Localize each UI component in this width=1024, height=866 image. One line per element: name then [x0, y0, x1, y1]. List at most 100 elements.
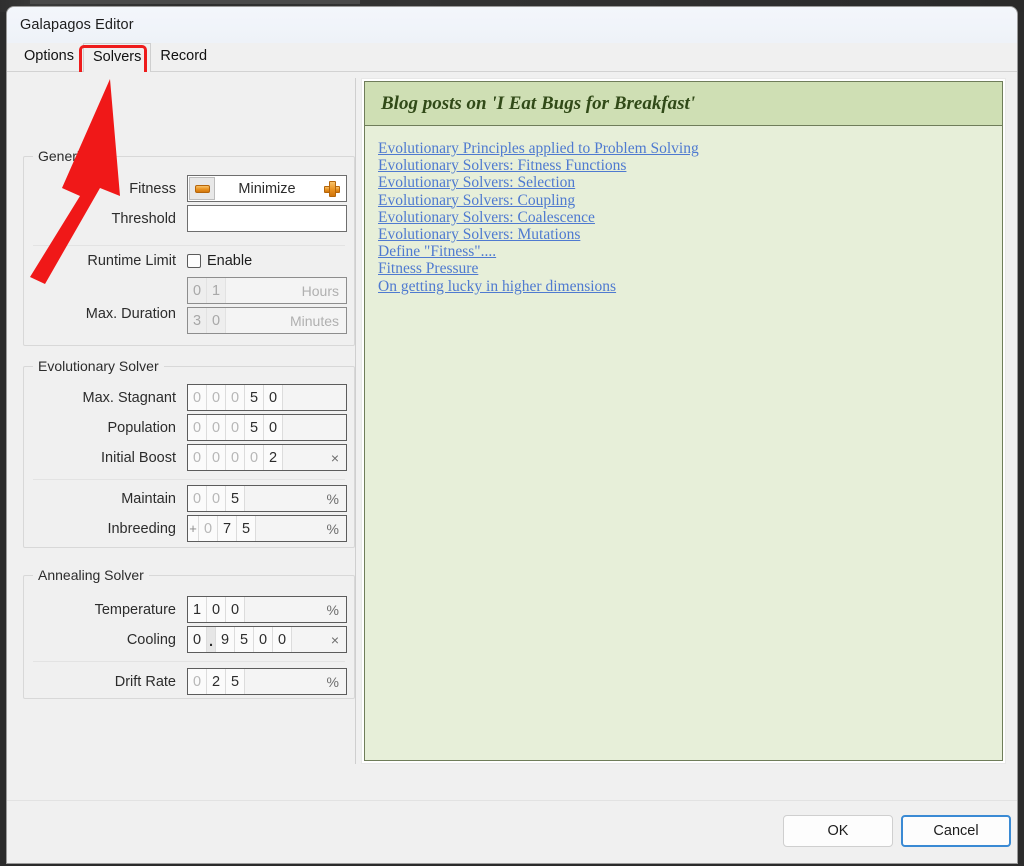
digit-cell[interactable]: 0 [273, 627, 292, 652]
label-temperature: Temperature [24, 596, 176, 624]
label-drift-rate: Drift Rate [24, 668, 176, 696]
blog-link[interactable]: Evolutionary Solvers: Selection [378, 174, 1002, 191]
row-threshold: Threshold [24, 205, 354, 233]
fitness-selector[interactable]: Minimize [187, 175, 347, 202]
digit-cell[interactable]: 0 [207, 597, 226, 622]
digit-cell[interactable]: 0 [207, 385, 226, 410]
row-max-duration-minutes: Max. Duration 3 0 Minutes [24, 307, 354, 335]
digit-cell[interactable]: 2 [207, 669, 226, 694]
group-evolutionary-legend: Evolutionary Solver [33, 358, 164, 374]
digit-cell[interactable]: 5 [245, 415, 264, 440]
digit-cell[interactable]: 0 [188, 385, 207, 410]
tab-options[interactable]: Options [15, 43, 83, 71]
sign-cell[interactable]: + [188, 516, 199, 541]
row-inbreeding: Inbreeding + 0 7 5 % [24, 515, 354, 543]
row-fitness: Fitness Minimize [24, 175, 354, 203]
label-threshold: Threshold [24, 205, 176, 233]
row-max-duration-hours: 0 1 Hours [24, 277, 354, 305]
digit-cell[interactable]: 3 [188, 308, 207, 333]
digit-cell[interactable]: 5 [226, 669, 245, 694]
enable-checkbox[interactable] [187, 254, 201, 268]
digit-cell[interactable]: 9 [216, 627, 235, 652]
numfield-spacer [256, 516, 327, 541]
digit-cell[interactable]: 1 [188, 597, 207, 622]
ok-button[interactable]: OK [783, 815, 893, 847]
tab-solvers[interactable]: Solvers [83, 43, 151, 73]
numfield-spacer [283, 385, 346, 410]
decimal-point-cell: . [207, 627, 216, 652]
digit-cell[interactable]: 0 [207, 308, 226, 333]
label-population: Population [24, 414, 176, 442]
row-cooling: Cooling 0 . 9 5 0 0 × [24, 626, 354, 654]
blog-link[interactable]: Evolutionary Principles applied to Probl… [378, 140, 1002, 157]
digit-cell[interactable]: 0 [188, 627, 207, 652]
digit-cell[interactable]: 5 [245, 385, 264, 410]
blog-link[interactable]: Evolutionary Solvers: Fitness Functions [378, 157, 1002, 174]
group-evolutionary-solver: Evolutionary Solver Max. Stagnant 0 0 0 … [23, 366, 355, 548]
unit-label: % [327, 486, 346, 511]
runtime-limit-enable[interactable]: Enable [187, 247, 347, 274]
numfield-spacer [226, 278, 302, 303]
initial-boost-input[interactable]: 0 0 0 0 2 × [187, 444, 347, 471]
digit-cell[interactable]: 7 [218, 516, 237, 541]
digit-cell[interactable]: 0 [199, 516, 218, 541]
digit-cell[interactable]: 0 [188, 415, 207, 440]
label-max-duration: Max. Duration [24, 307, 176, 321]
group-generic: Generic Fitness Minimize Threshold [23, 156, 355, 346]
unit-label: Minutes [290, 308, 346, 333]
digit-cell[interactable]: 1 [207, 278, 226, 303]
max-duration-minutes-input[interactable]: 3 0 Minutes [187, 307, 347, 334]
blog-pane: Blog posts on 'I Eat Bugs for Breakfast'… [355, 78, 1010, 764]
cooling-input[interactable]: 0 . 9 5 0 0 × [187, 626, 347, 653]
unit-label: % [327, 597, 346, 622]
blog-link[interactable]: Define "Fitness".... [378, 243, 1002, 260]
blog-link[interactable]: On getting lucky in higher dimensions [378, 278, 1002, 295]
row-initial-boost: Initial Boost 0 0 0 0 2 × [24, 444, 354, 472]
numfield-spacer [245, 669, 327, 694]
digit-cell[interactable]: 5 [235, 627, 254, 652]
settings-pane: Generic Fitness Minimize Threshold [7, 72, 355, 819]
digit-cell[interactable]: 0 [188, 669, 207, 694]
digit-cell[interactable]: 0 [254, 627, 273, 652]
digit-cell[interactable]: 0 [188, 486, 207, 511]
digit-cell[interactable]: 0 [264, 415, 283, 440]
maintain-input[interactable]: 0 0 5 % [187, 485, 347, 512]
digit-cell[interactable]: 0 [226, 415, 245, 440]
digit-cell[interactable]: 5 [226, 486, 245, 511]
digit-cell[interactable]: 0 [226, 597, 245, 622]
digit-cell[interactable]: 0 [264, 385, 283, 410]
inbreeding-input[interactable]: + 0 7 5 % [187, 515, 347, 542]
minus-icon [195, 185, 210, 193]
tab-record[interactable]: Record [151, 43, 216, 71]
numfield-spacer [245, 486, 327, 511]
cancel-button[interactable]: Cancel [901, 815, 1011, 847]
label-maintain: Maintain [24, 485, 176, 513]
row-max-stagnant: Max. Stagnant 0 0 0 5 0 [24, 384, 354, 412]
blog-link[interactable]: Evolutionary Solvers: Coupling [378, 192, 1002, 209]
unit-label: Hours [302, 278, 346, 303]
population-input[interactable]: 0 0 0 5 0 [187, 414, 347, 441]
digit-cell[interactable]: 0 [207, 445, 226, 470]
minimize-option[interactable] [189, 177, 215, 200]
blog-link[interactable]: Evolutionary Solvers: Mutations [378, 226, 1002, 243]
blog-link-list: Evolutionary Principles applied to Probl… [365, 126, 1002, 295]
label-runtime-limit: Runtime Limit [24, 247, 176, 275]
max-duration-hours-input[interactable]: 0 1 Hours [187, 277, 347, 304]
maximize-option[interactable] [318, 176, 346, 201]
temperature-input[interactable]: 1 0 0 % [187, 596, 347, 623]
digit-cell[interactable]: 0 [188, 445, 207, 470]
digit-cell[interactable]: 2 [264, 445, 283, 470]
digit-cell[interactable]: 0 [188, 278, 207, 303]
threshold-input[interactable] [187, 205, 347, 232]
drift-rate-input[interactable]: 0 2 5 % [187, 668, 347, 695]
label-initial-boost: Initial Boost [24, 444, 176, 472]
digit-cell[interactable]: 5 [237, 516, 256, 541]
max-stagnant-input[interactable]: 0 0 0 5 0 [187, 384, 347, 411]
digit-cell[interactable]: 0 [207, 415, 226, 440]
digit-cell[interactable]: 0 [207, 486, 226, 511]
blog-link[interactable]: Fitness Pressure [378, 260, 1002, 277]
digit-cell[interactable]: 0 [245, 445, 264, 470]
blog-link[interactable]: Evolutionary Solvers: Coalescence [378, 209, 1002, 226]
digit-cell[interactable]: 0 [226, 445, 245, 470]
digit-cell[interactable]: 0 [226, 385, 245, 410]
